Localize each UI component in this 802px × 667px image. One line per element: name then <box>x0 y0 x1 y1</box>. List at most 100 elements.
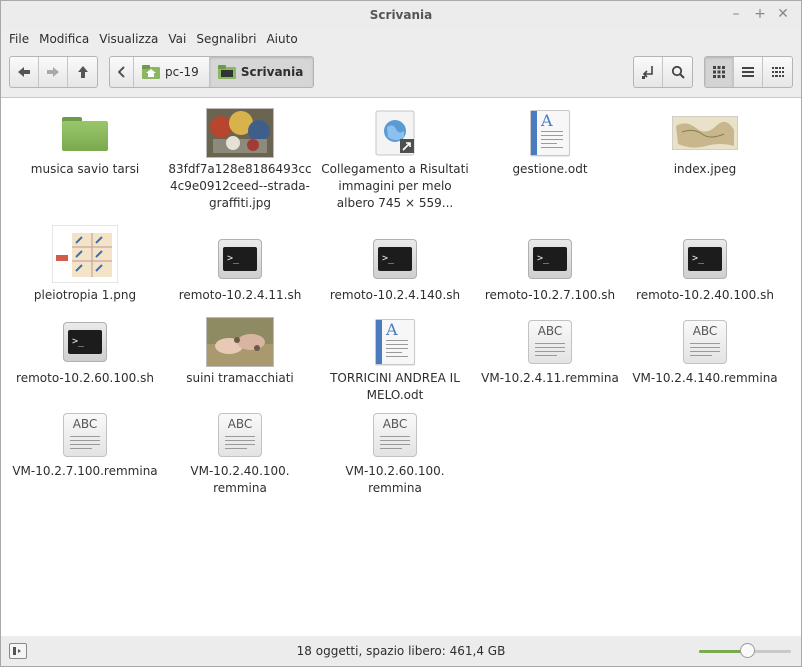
file-item[interactable]: pleiotropia 1.png <box>10 224 160 304</box>
chevron-left-icon <box>117 66 125 78</box>
map-image-thumbnail <box>672 116 738 150</box>
file-item[interactable]: ABC VM-10.2.60.100. remmina <box>320 410 470 497</box>
forward-button[interactable] <box>39 57 68 87</box>
text-document-icon: A <box>530 110 570 156</box>
file-name: VM-10.2.7.100.remmina <box>12 464 158 478</box>
file-item[interactable]: A gestione.odt <box>475 108 625 178</box>
file-name: suini tramacchiati <box>186 371 294 385</box>
list-view-button[interactable] <box>734 57 763 87</box>
menu-vai[interactable]: Vai <box>164 32 190 46</box>
graffiti-image-thumbnail <box>206 108 274 158</box>
file-name: gestione.odt <box>512 162 588 176</box>
up-button[interactable] <box>68 57 97 87</box>
file-name: remoto-10.2.60.100.sh <box>16 371 154 385</box>
abc-file-icon: ABC <box>63 413 107 457</box>
file-item[interactable]: ABC VM-10.2.4.11.remmina <box>475 317 625 387</box>
close-icon[interactable]: ✕ <box>774 5 792 23</box>
breadcrumb: pc-19 Scrivania <box>109 56 315 88</box>
text-document-icon: A <box>375 319 415 365</box>
desktop-folder-icon <box>217 65 236 79</box>
toggle-location-button[interactable] <box>634 57 663 87</box>
location-entry-icon <box>642 66 653 79</box>
action-buttons <box>633 56 693 88</box>
breadcrumb-label: pc-19 <box>165 65 199 79</box>
file-name: VM-10.2.40.100. remmina <box>190 464 290 495</box>
abc-file-icon: ABC <box>528 320 572 364</box>
file-view[interactable]: musica savio tarsi 83fdf7a128e8186493cc4… <box>1 97 801 637</box>
toolbar: pc-19 Scrivania <box>1 49 801 95</box>
file-name: index.jpeg <box>673 162 737 176</box>
terminal-icon: >_ <box>218 239 262 279</box>
abc-file-icon: ABC <box>683 320 727 364</box>
zoom-slider-handle[interactable] <box>739 643 755 658</box>
file-name: pleiotropia 1.png <box>33 288 137 302</box>
file-item[interactable]: ABC VM-10.2.4.140.remmina <box>630 317 780 387</box>
menu-bar: File Modifica Visualizza Vai Segnalibri … <box>1 29 801 49</box>
terminal-icon: >_ <box>683 239 727 279</box>
title-bar[interactable]: Scrivania – + ✕ <box>1 1 801 29</box>
file-item[interactable]: suini tramacchiati <box>165 317 315 387</box>
breadcrumb-scrivania[interactable]: Scrivania <box>209 57 314 87</box>
arrow-left-icon <box>18 67 30 77</box>
file-name: musica savio tarsi <box>30 162 140 176</box>
web-link-icon <box>375 110 415 156</box>
diagram-image-thumbnail <box>52 225 118 283</box>
breadcrumb-pc-19[interactable]: pc-19 <box>134 57 210 87</box>
abc-file-icon: ABC <box>218 413 262 457</box>
file-item[interactable]: >_ remoto-10.2.4.140.sh <box>320 234 470 304</box>
file-name: VM-10.2.4.140.remmina <box>632 371 778 385</box>
zoom-slider[interactable] <box>699 643 791 658</box>
maximize-icon[interactable]: + <box>751 5 769 23</box>
menu-aiuto[interactable]: Aiuto <box>262 32 301 46</box>
file-item[interactable]: Collegamento a Risultati immagini per me… <box>320 108 470 212</box>
file-item[interactable]: 83fdf7a128e8186493cc4c9e0912ceed--strada… <box>165 108 315 212</box>
menu-segnalibri[interactable]: Segnalibri <box>192 32 260 46</box>
navigation-buttons <box>9 56 98 88</box>
menu-file[interactable]: File <box>5 32 33 46</box>
breadcrumb-label: Scrivania <box>240 65 304 79</box>
back-button[interactable] <box>10 57 39 87</box>
file-name: Collegamento a Risultati immagini per me… <box>321 162 469 210</box>
file-item[interactable]: musica savio tarsi <box>10 108 160 178</box>
window-title: Scrivania <box>369 8 433 22</box>
search-button[interactable] <box>663 57 692 87</box>
minimize-icon[interactable]: – <box>727 5 745 23</box>
file-name: VM-10.2.4.11.remmina <box>481 371 619 385</box>
file-item[interactable]: ABC VM-10.2.40.100. remmina <box>165 410 315 497</box>
file-item[interactable]: >_ remoto-10.2.7.100.sh <box>475 234 625 304</box>
status-bar: 18 oggetti, spazio libero: 461,4 GB <box>1 636 801 666</box>
file-item[interactable]: >_ remoto-10.2.4.11.sh <box>165 234 315 304</box>
grid-icon <box>713 66 725 78</box>
file-name: remoto-10.2.4.11.sh <box>178 288 302 302</box>
file-name: TORRICINI ANDREA IL MELO.odt <box>330 371 460 402</box>
terminal-icon: >_ <box>373 239 417 279</box>
icon-view-button[interactable] <box>705 57 734 87</box>
menu-modifica[interactable]: Modifica <box>35 32 93 46</box>
file-name: VM-10.2.60.100. remmina <box>345 464 445 495</box>
terminal-icon: >_ <box>528 239 572 279</box>
breadcrumb-scroll-left-button[interactable] <box>110 57 134 87</box>
file-item[interactable]: >_ remoto-10.2.40.100.sh <box>630 234 780 304</box>
file-item[interactable]: ABC VM-10.2.7.100.remmina <box>10 410 160 480</box>
file-manager-window: Scrivania – + ✕ File Modifica Visualizza… <box>0 0 802 667</box>
compact-view-button[interactable] <box>763 57 792 87</box>
menu-visualizza[interactable]: Visualizza <box>95 32 162 46</box>
list-icon <box>742 67 754 77</box>
folder-icon <box>62 115 108 151</box>
abc-file-icon: ABC <box>373 413 417 457</box>
compact-list-icon <box>771 67 784 77</box>
file-item[interactable]: A TORRICINI ANDREA IL MELO.odt <box>320 317 470 404</box>
home-folder-icon <box>142 65 160 79</box>
search-icon <box>671 65 685 79</box>
file-name: remoto-10.2.40.100.sh <box>636 288 774 302</box>
arrow-right-icon <box>47 67 59 77</box>
terminal-icon: >_ <box>63 322 107 362</box>
file-name: remoto-10.2.4.140.sh <box>329 288 461 302</box>
file-item[interactable]: index.jpeg <box>630 108 780 178</box>
pigs-image-thumbnail <box>206 317 274 367</box>
status-text: 18 oggetti, spazio libero: 461,4 GB <box>296 644 506 658</box>
file-item[interactable]: >_ remoto-10.2.60.100.sh <box>10 317 160 387</box>
file-name: remoto-10.2.7.100.sh <box>484 288 616 302</box>
arrow-up-icon <box>77 66 88 78</box>
view-mode-buttons <box>704 56 793 88</box>
